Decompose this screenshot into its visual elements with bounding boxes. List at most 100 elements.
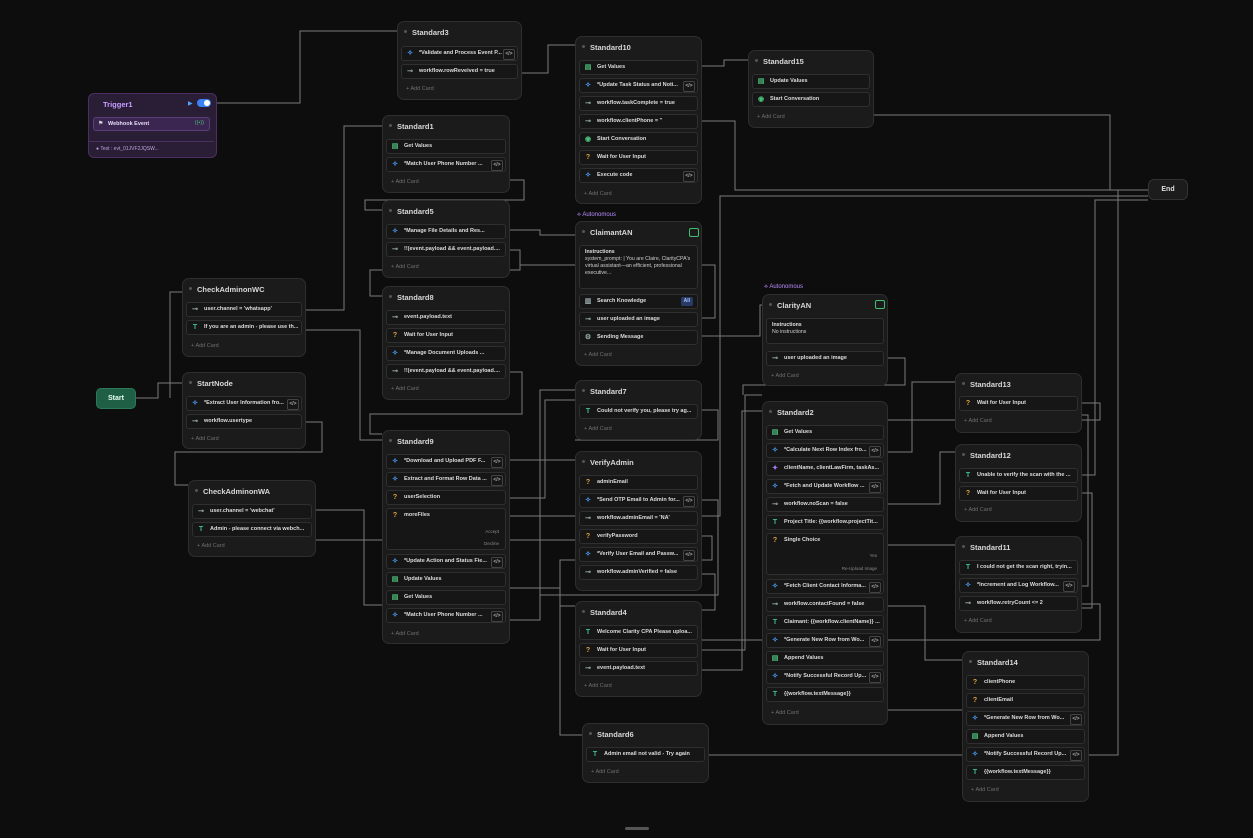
card-function[interactable]: ✧ *Calculate Next Row Index fro... </> — [766, 443, 884, 458]
card-condition[interactable]: ⊸ workflow.clientPhone = '' — [579, 114, 698, 129]
card-function[interactable]: ✧ *Match User Phone Number ... </> — [386, 608, 506, 623]
node-standard14[interactable]: Standard14 ? clientPhone ? clientEmail ✧ *G… — [962, 651, 1089, 802]
add-card-button[interactable]: Add Card — [191, 436, 218, 442]
code-icon[interactable]: </> — [869, 482, 881, 493]
add-card-button[interactable]: Add Card — [197, 543, 224, 549]
card-function[interactable]: ✧ *Manage File Details and Res... — [386, 224, 506, 239]
card-start-conversation[interactable]: ◉ Start Conversation — [579, 132, 698, 147]
node-standard5[interactable]: Standard5 ✧ *Manage File Details and Res.… — [382, 200, 510, 278]
card-text[interactable]: T Admin email not valid - Try again — [586, 747, 705, 762]
card-condition[interactable]: ⊸ workflow.rowReveived = true — [401, 64, 518, 79]
card-condition[interactable]: ⊸ workflow.usertype — [186, 414, 302, 429]
trigger-node[interactable]: Trigger1 ▶ ⚑ Webhook Event ((•)) ● Test … — [88, 93, 217, 158]
card-append-values[interactable]: ▤ Append Values — [966, 729, 1085, 744]
card-update-values[interactable]: ▤ Update Values — [752, 74, 870, 89]
instructions-box[interactable]: Instructions No instructions — [766, 318, 884, 344]
code-icon[interactable]: </> — [683, 496, 695, 507]
card-get-values[interactable]: ▤ Get Values — [766, 425, 884, 440]
card-function[interactable]: ✧ *Notify Successful Record Up... </> — [766, 669, 884, 684]
end-node[interactable]: End — [1148, 179, 1188, 200]
card-condition[interactable]: ⊸ workflow.adminEmail = 'NA' — [579, 511, 698, 526]
card-wait-input[interactable]: ? Wait for User Input — [579, 643, 698, 658]
code-icon[interactable]: </> — [869, 446, 881, 457]
card-function[interactable]: ✧ *Extract User Information fro... </> — [186, 396, 302, 411]
card-get-values[interactable]: ▤ Get Values — [386, 139, 506, 154]
card-condition[interactable]: ⊸ user.channel = 'webchat' — [192, 504, 312, 519]
code-icon[interactable]: </> — [491, 557, 503, 568]
add-card-button[interactable]: Add Card — [191, 343, 218, 349]
code-icon[interactable]: </> — [491, 475, 503, 486]
add-card-button[interactable]: Add Card — [964, 618, 991, 624]
option-decline[interactable]: Decline — [484, 537, 499, 549]
node-clarity-agent[interactable]: ClarityAN Instructions No instructions ⊸ u… — [762, 294, 888, 386]
card-text[interactable]: T Admin - please connect via webch... — [192, 522, 312, 537]
node-standard8[interactable]: Standard8 ⊸ event.payload.text ? Wait for … — [382, 286, 510, 400]
card-get-values[interactable]: ▤ Get Values — [386, 590, 506, 605]
code-icon[interactable]: </> — [1063, 581, 1075, 592]
horizontal-scrollbar[interactable] — [625, 827, 649, 830]
card-text[interactable]: T Project Title: {{workflow.projectTit... — [766, 515, 884, 530]
code-icon[interactable]: </> — [683, 81, 695, 92]
node-check-admin-wa[interactable]: CheckAdminonWA ⊸ user.channel = 'webchat'… — [188, 480, 316, 557]
card-function[interactable]: ✧ *Update Action and Status Fie... </> — [386, 554, 506, 569]
card-function[interactable]: ✧ *Fetch Client Contact Informa... </> — [766, 579, 884, 594]
card-function[interactable]: ✧ Extract and Format Row Data ... </> — [386, 472, 506, 487]
add-card-button[interactable]: Add Card — [391, 631, 418, 637]
add-card-button[interactable]: Add Card — [964, 507, 991, 513]
option-reupload[interactable]: Re-Upload Image — [842, 562, 877, 574]
add-card-button[interactable]: Add Card — [771, 373, 798, 379]
workflow-canvas[interactable]: Trigger1 ▶ ⚑ Webhook Event ((•)) ● Test … — [0, 0, 1253, 838]
card-wait-input[interactable]: ? Wait for User Input — [959, 486, 1078, 501]
card-ai-extract[interactable]: ✦ clientName, clientLawFirm, taskAs... — [766, 461, 884, 476]
node-verify-admin[interactable]: VerifyAdmin ? adminEmail ✧ *Send OTP Email… — [575, 451, 702, 591]
card-function[interactable]: ✧ *Generate New Row from Wo... </> — [766, 633, 884, 648]
card-text[interactable]: T Unable to verify the scan with the ... — [959, 468, 1078, 483]
card-wait-input[interactable]: ? Wait for User Input — [386, 328, 506, 343]
node-standard13[interactable]: Standard13 ? Wait for User Input Add Card — [955, 373, 1082, 433]
card-text[interactable]: T {{workflow.textMessage}} — [766, 687, 884, 702]
node-standard3[interactable]: Standard3 ✧ *Validate and Process Event P… — [397, 21, 522, 100]
add-card-button[interactable]: Add Card — [391, 386, 418, 392]
card-condition[interactable]: ⊸ user uploaded an image — [766, 351, 884, 366]
chat-icon[interactable] — [875, 300, 885, 309]
node-standard10[interactable]: Standard10 ▤ Get Values ✧ *Update Task Sta… — [575, 36, 702, 204]
card-function[interactable]: ✧ *Fetch and Update Workflow ... </> — [766, 479, 884, 494]
card-condition[interactable]: ⊸ workflow.adminVerified = false — [579, 565, 698, 580]
add-card-button[interactable]: Add Card — [971, 787, 998, 793]
code-icon[interactable]: </> — [503, 49, 515, 60]
code-icon[interactable]: </> — [869, 582, 881, 593]
card-function[interactable]: ✧ *Send OTP Email to Admin for... </> — [579, 493, 698, 508]
card-text[interactable]: T I could not get the scan right, tryin..… — [959, 560, 1078, 575]
start-node[interactable]: Start — [96, 388, 136, 409]
card-condition[interactable]: ⊸ workflow.noScan = false — [766, 497, 884, 512]
chat-icon[interactable] — [689, 228, 699, 237]
webhook-event-row[interactable]: ⚑ Webhook Event ((•)) — [93, 117, 210, 131]
add-card-button[interactable]: Add Card — [591, 769, 618, 775]
card-sending-message[interactable]: ⚙ Sending Message — [579, 330, 698, 345]
card-client-phone[interactable]: ? clientPhone — [966, 675, 1085, 690]
node-standard1[interactable]: Standard1 ▤ Get Values ✧ *Match User Phone… — [382, 115, 510, 193]
card-function[interactable]: ✧ *Validate and Process Event P... </> — [401, 46, 518, 61]
add-card-button[interactable]: Add Card — [771, 710, 798, 716]
card-verify-password[interactable]: ? verifyPassword — [579, 529, 698, 544]
add-card-button[interactable]: Add Card — [584, 191, 611, 197]
code-icon[interactable]: </> — [1070, 714, 1082, 725]
card-condition[interactable]: ⊸ workflow.contactFound = false — [766, 597, 884, 612]
option-yes[interactable]: Yes — [870, 549, 877, 562]
code-icon[interactable]: </> — [869, 672, 881, 683]
card-execute-code[interactable]: ✧ Execute code </> — [579, 168, 698, 183]
code-icon[interactable]: </> — [491, 611, 503, 622]
node-claimant-agent[interactable]: ClaimantAN Instructions system_prompt: | … — [575, 221, 702, 366]
card-function[interactable]: ✧ *Increment and Log Workflow... </> — [959, 578, 1078, 593]
card-wait-input[interactable]: ? Wait for User Input — [579, 150, 698, 165]
card-function[interactable]: ✧ *Notify Successful Record Up... </> — [966, 747, 1085, 762]
card-text[interactable]: T {{workflow.textMessage}} — [966, 765, 1085, 780]
card-function[interactable]: ✧ *Update Task Status and Noti... </> — [579, 78, 698, 93]
card-single-choice[interactable]: ? Single Choice Yes Re-Upload Image — [766, 533, 884, 575]
node-standard7[interactable]: Standard7 T Could not verify you, please … — [575, 380, 702, 440]
code-icon[interactable]: </> — [869, 636, 881, 647]
node-standard15[interactable]: Standard15 ▤ Update Values ◉ Start Convers… — [748, 50, 874, 128]
card-client-email[interactable]: ? clientEmail — [966, 693, 1085, 708]
node-standard9[interactable]: Standard9 ✧ *Download and Upload PDF F...… — [382, 430, 510, 644]
add-card-button[interactable]: Add Card — [584, 683, 611, 689]
